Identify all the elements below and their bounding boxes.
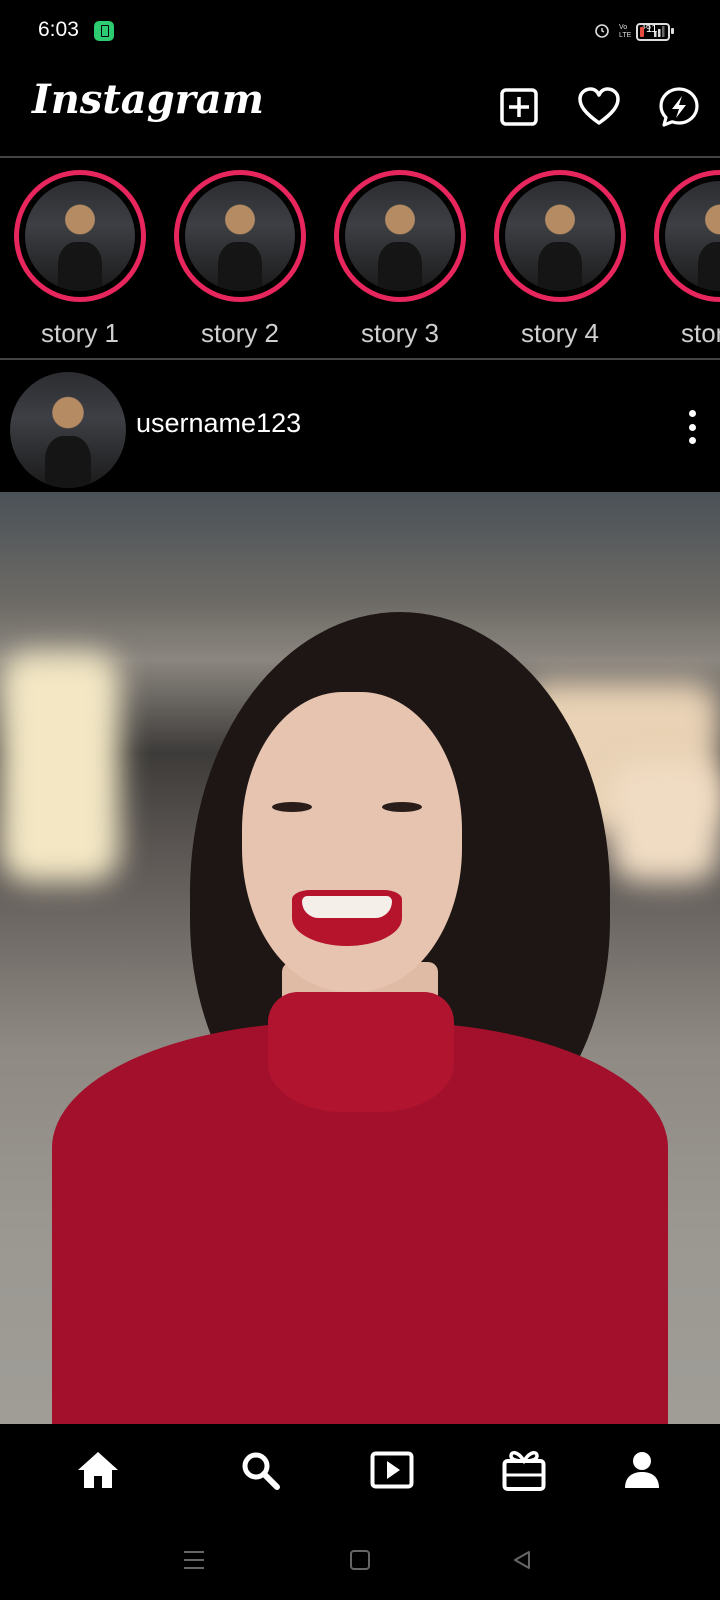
bottom-nav	[0, 1424, 720, 1520]
recents-icon[interactable]	[176, 1542, 212, 1578]
story-item[interactable]: story 3	[330, 170, 470, 349]
story-label: story 5	[680, 318, 720, 348]
story-ring	[174, 170, 306, 302]
story-label: story 1	[40, 318, 120, 348]
app-header: Instagram	[0, 64, 720, 158]
home-button-icon[interactable]	[342, 1542, 378, 1578]
post-avatar[interactable]	[10, 372, 126, 488]
post-image[interactable]	[0, 492, 720, 1424]
photo-eye	[382, 802, 422, 812]
alarm-icon	[594, 22, 610, 41]
header-actions	[496, 84, 702, 130]
photo-eye	[272, 802, 312, 812]
post-username[interactable]: username123	[136, 408, 301, 439]
story-ring	[654, 170, 720, 302]
back-icon[interactable]	[504, 1542, 540, 1578]
status-bar: 6:03 Vo LTE 4G 11	[0, 0, 720, 64]
more-options-icon[interactable]	[680, 410, 704, 444]
svg-text:LTE: LTE	[619, 32, 632, 38]
battery-level: 11	[646, 23, 658, 35]
screen: 6:03 Vo LTE 4G 11 Instagram story 1 stor…	[0, 0, 720, 1600]
app-notification-icon	[94, 21, 114, 41]
story-item[interactable]: story 5	[650, 170, 720, 349]
photo-face	[242, 692, 462, 992]
story-ring	[494, 170, 626, 302]
system-nav	[0, 1520, 720, 1600]
post-header: username123	[0, 360, 720, 490]
status-time: 6:03	[38, 18, 79, 41]
add-post-icon[interactable]	[496, 84, 542, 130]
reels-icon[interactable]	[364, 1442, 420, 1498]
story-ring	[14, 170, 146, 302]
story-label: story 4	[520, 318, 600, 348]
shop-icon[interactable]	[496, 1442, 552, 1498]
story-avatar	[505, 181, 615, 291]
story-avatar	[25, 181, 135, 291]
story-label: story 3	[360, 318, 440, 348]
story-avatar	[345, 181, 455, 291]
story-avatar	[185, 181, 295, 291]
story-item[interactable]: story 2	[170, 170, 310, 349]
messenger-icon[interactable]	[656, 84, 702, 130]
svg-text:Vo: Vo	[619, 24, 627, 31]
search-icon[interactable]	[232, 1442, 288, 1498]
story-item[interactable]: story 1	[10, 170, 150, 349]
profile-icon[interactable]	[614, 1442, 670, 1498]
story-ring	[334, 170, 466, 302]
home-icon[interactable]	[70, 1442, 126, 1498]
battery-icon: 11	[636, 23, 670, 41]
battery-nub	[671, 28, 674, 34]
story-item[interactable]: story 4	[490, 170, 630, 349]
story-label: story 2	[200, 318, 280, 348]
heart-icon[interactable]	[576, 84, 622, 130]
story-avatar	[665, 181, 720, 291]
volte-icon: Vo LTE	[618, 22, 634, 41]
stories-bar: story 1 story 2 story 3 story 4 story 5	[0, 158, 720, 360]
photo-collar	[268, 992, 454, 1112]
instagram-logo[interactable]: Instagram	[32, 76, 264, 123]
photo-teeth	[302, 896, 392, 918]
